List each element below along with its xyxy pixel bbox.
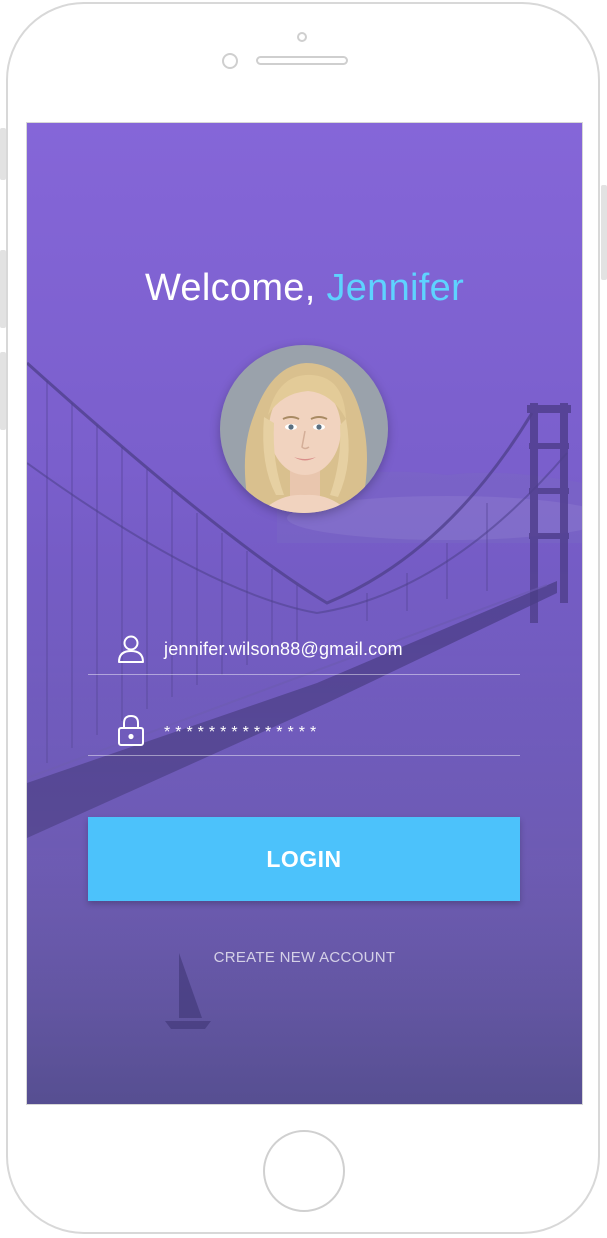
user-icon	[118, 635, 144, 663]
login-screen: Welcome, Jennifer jennifer.wilson88@gmai…	[27, 123, 582, 1104]
home-button[interactable]	[263, 1130, 345, 1212]
proximity-sensor	[222, 53, 238, 69]
lock-icon	[118, 714, 144, 746]
earpiece-speaker	[256, 56, 348, 65]
volume-down-button	[0, 352, 6, 430]
password-value: **************	[164, 724, 322, 741]
front-camera	[297, 32, 307, 42]
welcome-user-name: Jennifer	[326, 267, 465, 309]
welcome-greeting: Welcome,	[144, 267, 316, 309]
silent-switch	[0, 128, 6, 180]
create-account-link[interactable]: CREATE NEW ACCOUNT	[27, 949, 582, 966]
welcome-heading: Welcome, Jennifer	[27, 267, 582, 310]
power-button	[601, 185, 607, 280]
volume-up-button	[0, 250, 6, 328]
avatar-portrait	[220, 345, 388, 513]
login-button[interactable]: LOGIN	[88, 817, 520, 901]
email-value: jennifer.wilson88@gmail.com	[164, 639, 403, 659]
email-field[interactable]: jennifer.wilson88@gmail.com	[88, 631, 520, 675]
avatar	[220, 345, 388, 513]
password-field[interactable]: **************	[88, 712, 520, 756]
